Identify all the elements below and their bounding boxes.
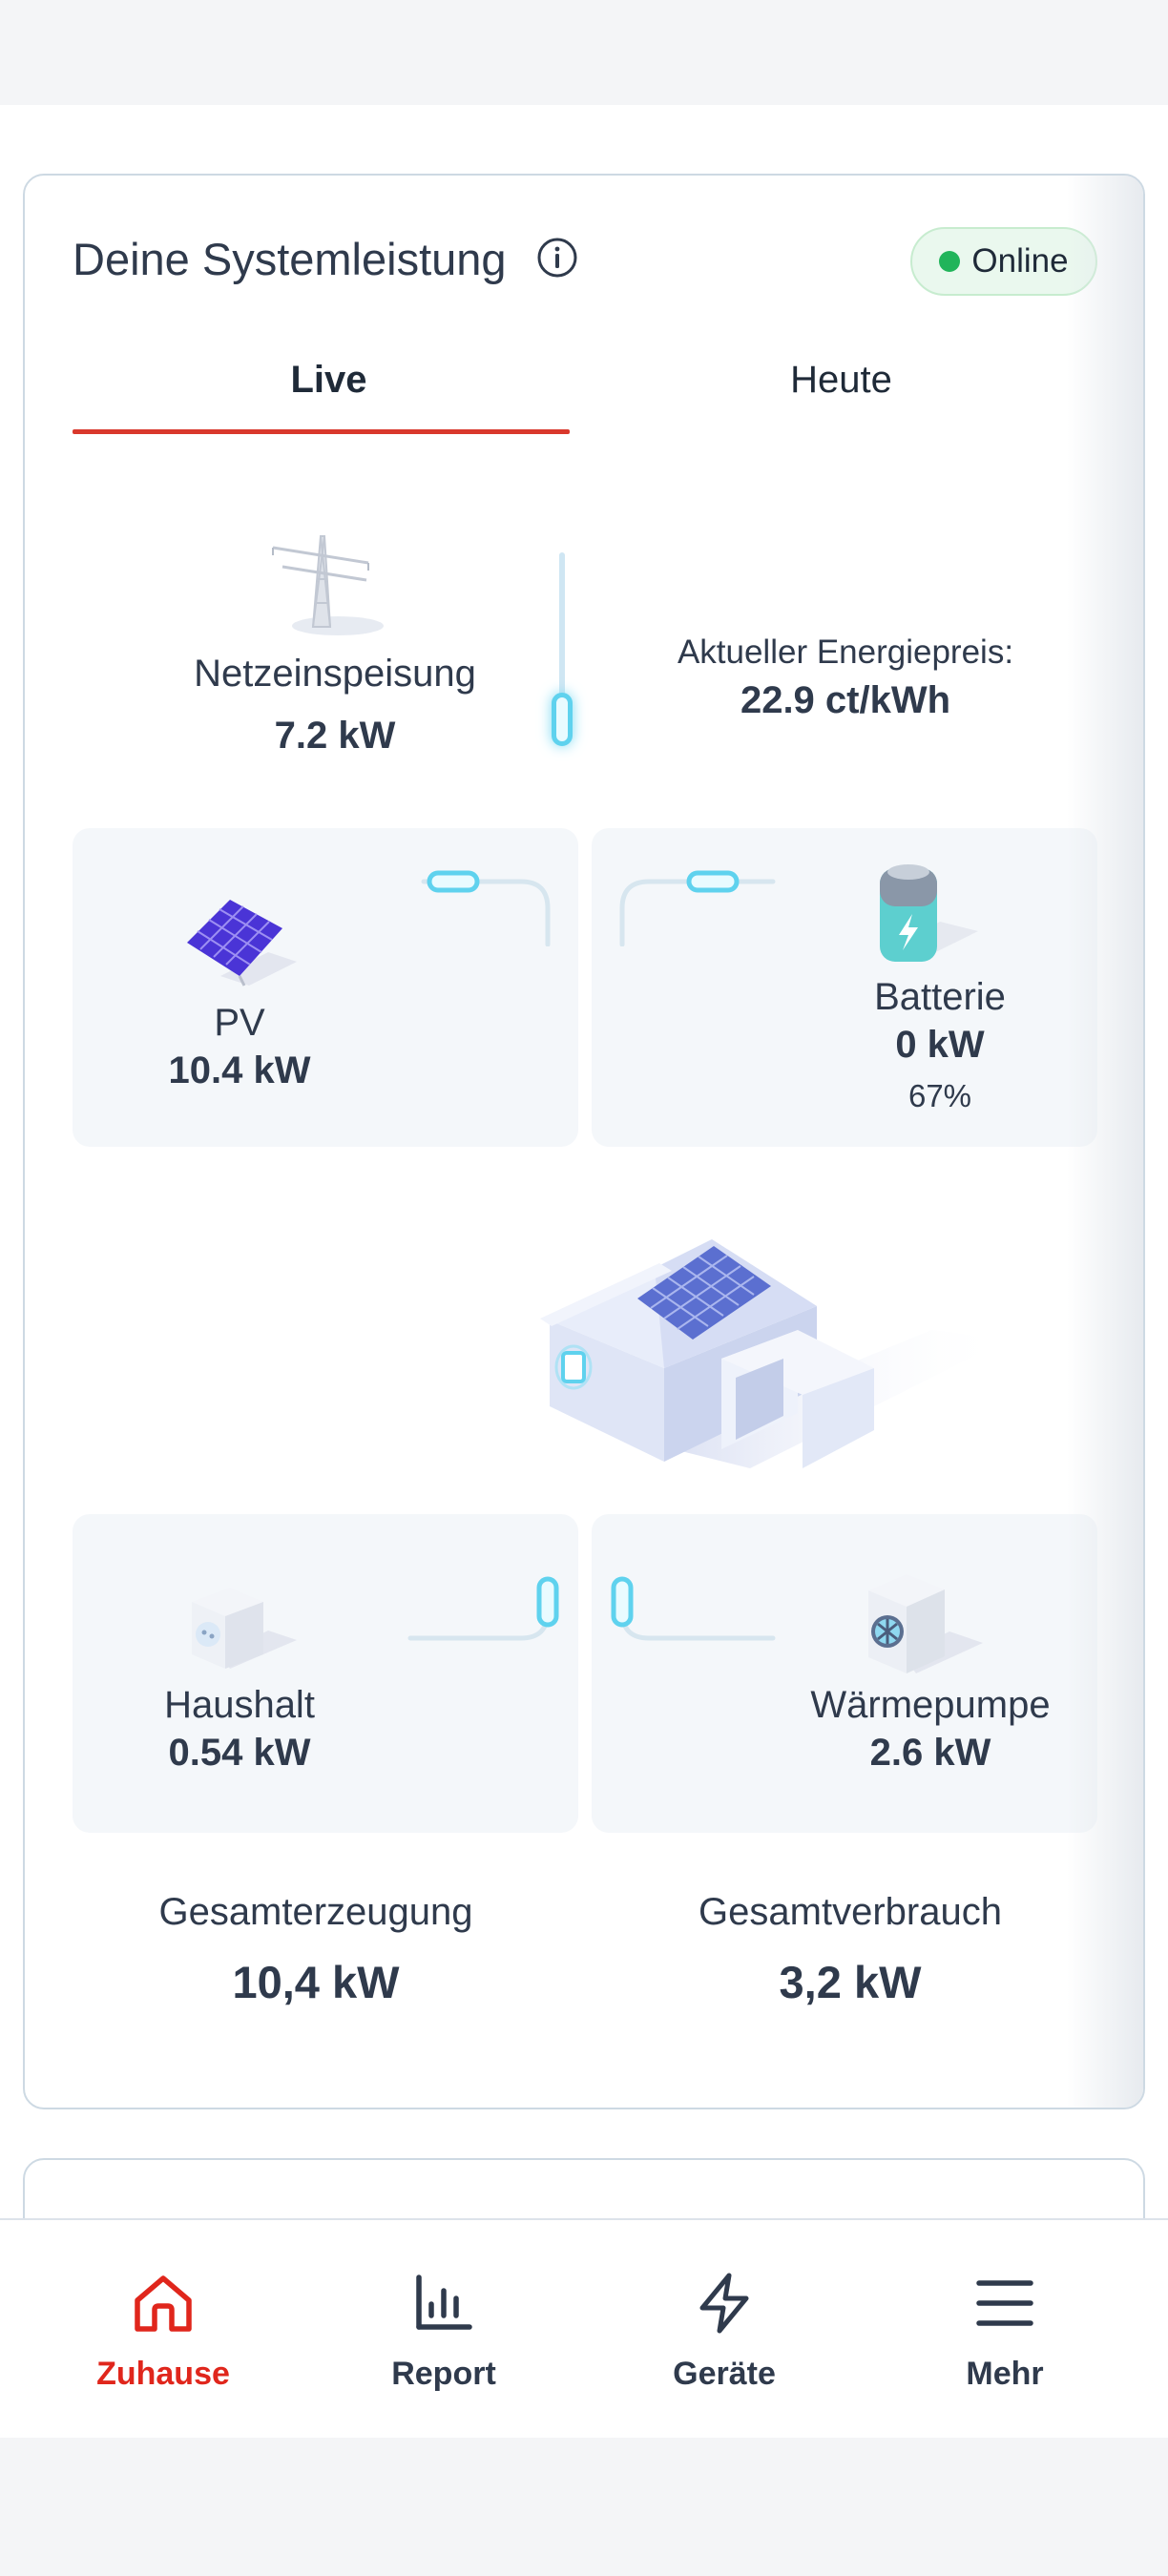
period-tabs: Live Heute — [73, 347, 1097, 443]
battery-flow-line — [619, 870, 776, 946]
nav-label-report: Report — [391, 2356, 496, 2392]
power-socket-icon — [192, 1588, 297, 1669]
grid-flow-indicator — [552, 693, 573, 746]
nav-label-geraete: Geräte — [673, 2356, 776, 2392]
lightning-icon — [699, 2273, 749, 2334]
grid-feed-value: 7.2 kW — [274, 715, 396, 757]
bar-chart-icon — [416, 2275, 472, 2330]
power-pylon-icon — [272, 535, 384, 635]
energy-price-value: 22.9 ct/kWh — [740, 679, 951, 721]
household-label: Haushalt — [164, 1684, 315, 1726]
house-illustration — [540, 1239, 1008, 1468]
household-tile[interactable]: Haushalt 0.54 kW — [73, 1514, 578, 1833]
active-tab-indicator — [73, 429, 570, 434]
menu-icon — [976, 2280, 1033, 2326]
card-title: Deine Systemleistung — [73, 234, 507, 284]
info-icon[interactable] — [536, 237, 578, 279]
status-bar-area — [0, 0, 1168, 105]
main-content[interactable]: Deine Systemleistung Online Live Heute N… — [0, 105, 1168, 2218]
total-consumption-label: Gesamtverbrauch — [699, 1891, 1002, 1933]
heat-pump-flow-line — [611, 1576, 776, 1641]
pv-value: 10.4 kW — [168, 1049, 311, 1091]
online-dot-icon — [939, 251, 961, 272]
nav-item-mehr[interactable]: Mehr — [865, 2220, 1145, 2440]
heat-pump-value: 2.6 kW — [869, 1732, 991, 1774]
status-text: Online — [971, 242, 1069, 280]
battery-charge: 67% — [907, 1078, 972, 1113]
nav-item-zuhause[interactable]: Zuhause — [23, 2220, 303, 2440]
total-consumption-value: 3,2 kW — [779, 1957, 922, 2007]
nav-label-zuhause: Zuhause — [96, 2356, 230, 2392]
solar-panel-icon — [187, 900, 297, 987]
pv-tile[interactable]: PV 10.4 kW — [73, 828, 578, 1147]
battery-value: 0 kW — [895, 1024, 985, 1066]
nav-item-geraete[interactable]: Geräte — [584, 2220, 865, 2440]
battery-icon — [880, 864, 978, 962]
home-icon — [135, 2275, 192, 2332]
battery-tile[interactable]: Batterie 0 kW 67% — [592, 828, 1097, 1147]
system-navigation-area — [0, 2438, 1168, 2576]
status-badge: Online — [910, 227, 1097, 296]
household-value: 0.54 kW — [168, 1732, 311, 1774]
tab-heute[interactable]: Heute — [585, 347, 1097, 443]
system-performance-card: Deine Systemleistung Online Live Heute N… — [23, 174, 1145, 2109]
pv-flow-line — [421, 870, 551, 946]
battery-label: Batterie — [874, 976, 1006, 1018]
tab-live[interactable]: Live — [73, 347, 585, 443]
bottom-navigation: Zuhause Report Geräte Mehr — [0, 2218, 1168, 2438]
nav-label-mehr: Mehr — [966, 2356, 1044, 2392]
heat-pump-icon — [868, 1574, 983, 1673]
heat-pump-tile[interactable]: Wärmepumpe 2.6 kW — [592, 1514, 1097, 1833]
nav-item-report[interactable]: Report — [303, 2220, 584, 2440]
household-flow-line — [407, 1576, 559, 1641]
total-generation-label: Gesamterzeugung — [158, 1891, 473, 1933]
heat-pump-label: Wärmepumpe — [810, 1684, 1051, 1726]
grid-feed-label: Netzeinspeisung — [194, 653, 476, 695]
pv-label: PV — [214, 1002, 265, 1044]
next-card[interactable] — [23, 2158, 1145, 2218]
energy-price-label: Aktueller Energiepreis: — [677, 634, 1014, 671]
total-generation-value: 10,4 kW — [232, 1957, 400, 2007]
